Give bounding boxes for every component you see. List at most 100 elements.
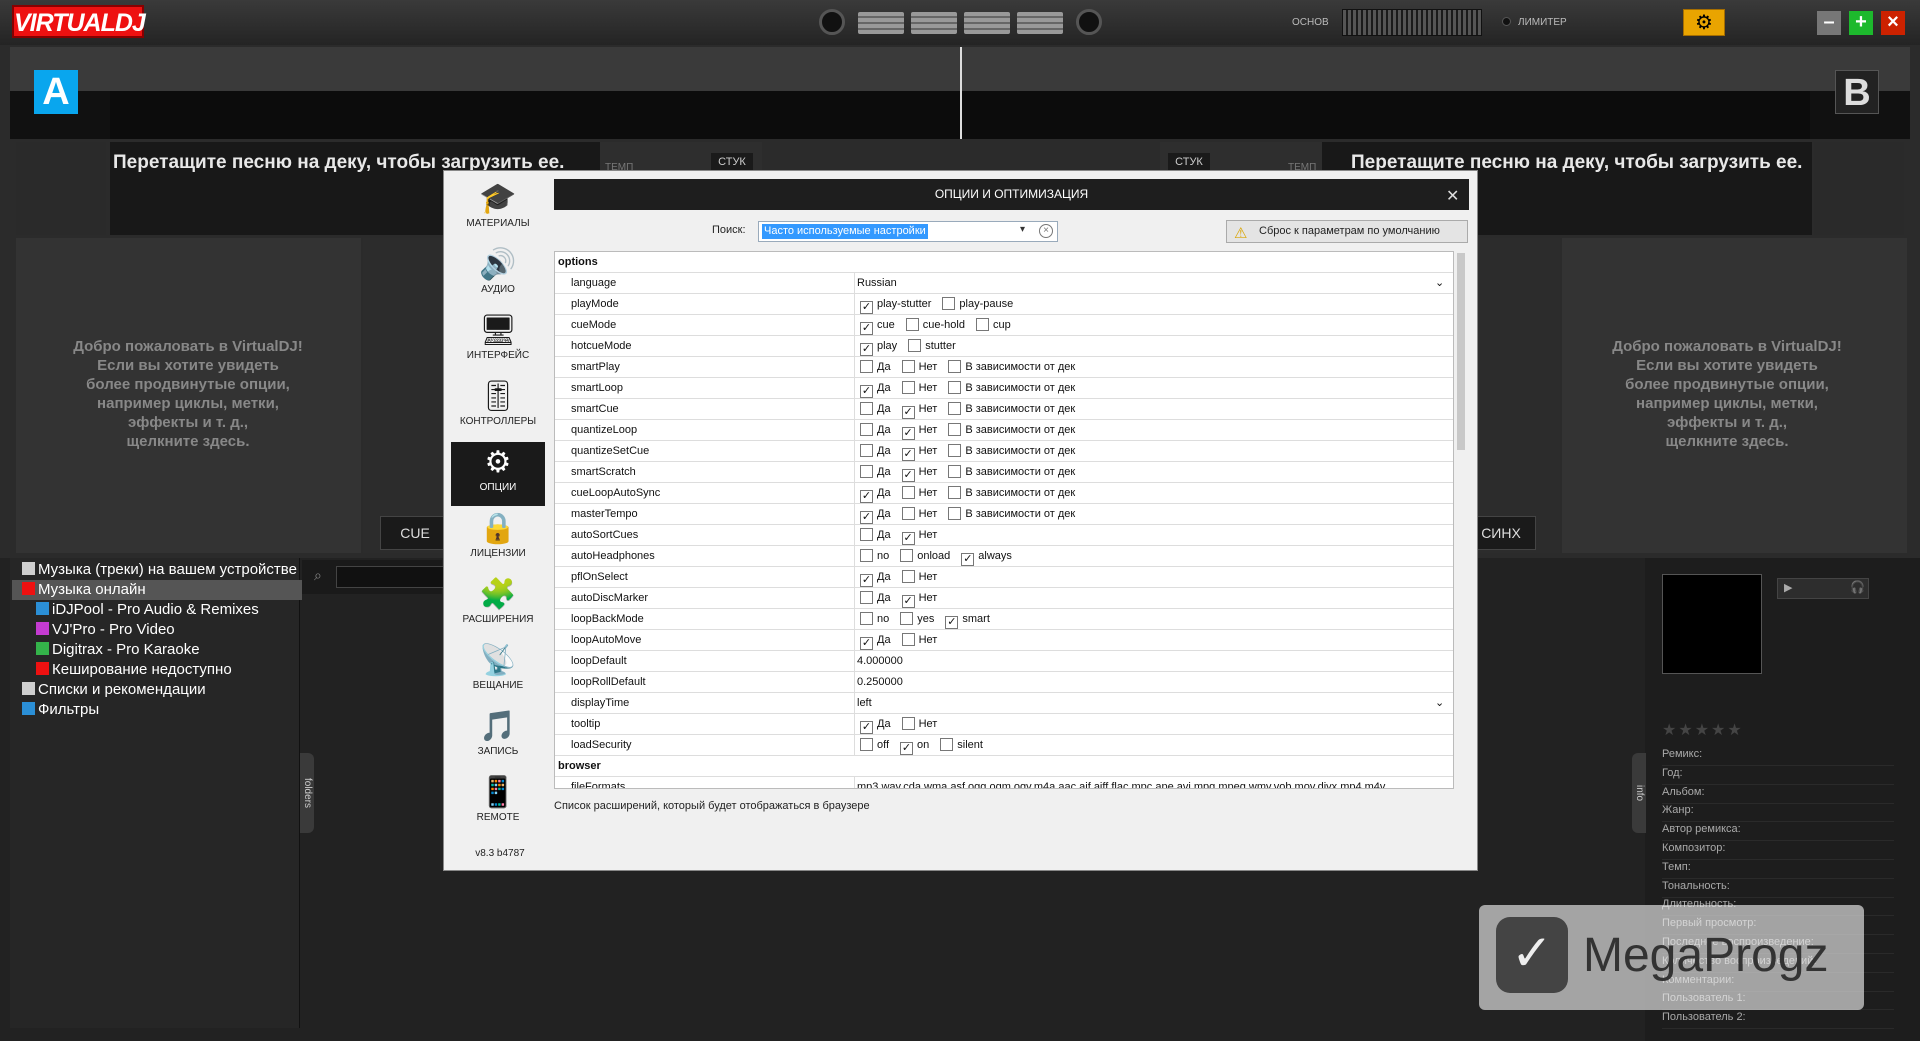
checkbox[interactable]: ✓ bbox=[860, 301, 873, 314]
option-value[interactable]: 4.000000 bbox=[857, 651, 903, 671]
clear-search-icon[interactable]: × bbox=[1039, 224, 1053, 238]
tree-item[interactable]: VJ'Pro - Pro Video bbox=[12, 620, 302, 640]
option-value[interactable]: ✓ cue cue-hold cup bbox=[857, 315, 1019, 335]
checkbox[interactable]: ✓ bbox=[860, 490, 873, 503]
checkbox[interactable] bbox=[948, 465, 962, 478]
checkbox[interactable]: ✓ bbox=[901, 406, 915, 419]
tree-item[interactable]: Музыка (треки) на вашем устройстве bbox=[12, 560, 302, 580]
checkbox[interactable]: ✓ bbox=[961, 553, 975, 566]
option-text-value[interactable]: Russian bbox=[857, 277, 897, 289]
checkbox[interactable]: ✓ bbox=[860, 385, 873, 398]
checkbox[interactable] bbox=[860, 465, 873, 478]
checkbox[interactable] bbox=[860, 360, 873, 373]
option-value[interactable]: Да ✓ Нет В зависимости от дек bbox=[857, 462, 1083, 482]
deck-b-welcome[interactable]: Добро пожаловать в VirtualDJ! Если вы хо… bbox=[1582, 337, 1872, 451]
checkbox[interactable] bbox=[860, 423, 873, 436]
option-row[interactable]: loopRollDefault 0.250000 bbox=[555, 672, 1453, 693]
checkbox[interactable] bbox=[948, 402, 962, 415]
option-value[interactable]: Да ✓ Нет В зависимости от дек bbox=[857, 420, 1083, 440]
checkbox[interactable] bbox=[940, 738, 954, 751]
sidebar-item-music-folder[interactable]: 🎵 ЗАПИСЬ bbox=[451, 706, 545, 770]
checkbox[interactable] bbox=[860, 444, 873, 457]
option-value[interactable]: 0.250000 bbox=[857, 672, 903, 692]
option-value[interactable]: ✓ Да Нет bbox=[857, 714, 945, 734]
checkbox[interactable]: ✓ bbox=[860, 574, 873, 587]
option-row[interactable]: displayTime left ⌄ bbox=[555, 693, 1453, 714]
play-icon[interactable]: ▶ bbox=[1784, 581, 1792, 594]
tree-item[interactable]: Музыка онлайн bbox=[12, 580, 302, 600]
reset-defaults-button[interactable]: ⚠ Сброс к параметрам по умолчанию bbox=[1226, 220, 1468, 243]
checkbox[interactable] bbox=[860, 549, 873, 562]
option-row[interactable]: masterTempo ✓ Да Нет В зависимости от дек bbox=[555, 504, 1453, 525]
settings-gear-button[interactable]: ⚙ bbox=[1683, 9, 1725, 36]
option-row[interactable]: autoHeadphones no onload ✓ always bbox=[555, 546, 1453, 567]
option-row[interactable]: language Russian ⌄ bbox=[555, 273, 1453, 294]
sidebar-item-speaker[interactable]: 🔊 АУДИО bbox=[451, 244, 545, 308]
deck-b-badge[interactable]: B bbox=[1835, 70, 1879, 114]
option-row[interactable]: hotcueMode ✓ play stutter bbox=[555, 336, 1453, 357]
checkbox[interactable] bbox=[900, 549, 914, 562]
option-row[interactable]: tooltip ✓ Да Нет bbox=[555, 714, 1453, 735]
checkbox[interactable]: ✓ bbox=[901, 469, 915, 482]
checkbox[interactable] bbox=[860, 528, 873, 541]
option-row[interactable]: autoSortCues Да ✓ Нет bbox=[555, 525, 1453, 546]
checkbox[interactable]: ✓ bbox=[901, 595, 915, 608]
option-text-value[interactable]: mp3,wav,cda,wma,asf,ogg,ogm,ogv,m4a,aac,… bbox=[857, 781, 1385, 788]
options-search-value[interactable]: Часто используемые настройки bbox=[762, 224, 928, 239]
scrollbar-thumb[interactable] bbox=[1457, 253, 1465, 450]
tree-item[interactable]: Списки и рекомендации bbox=[12, 680, 302, 700]
option-value[interactable]: ✓ Да Нет В зависимости от дек bbox=[857, 378, 1083, 398]
checkbox[interactable]: ✓ bbox=[860, 322, 873, 335]
checkbox[interactable]: ✓ bbox=[901, 448, 915, 461]
prelisten-player[interactable]: ▶ 🎧 bbox=[1777, 578, 1869, 599]
checkbox[interactable]: ✓ bbox=[860, 511, 873, 524]
sidebar-item-broadcast[interactable]: 📡 ВЕЩАНИЕ bbox=[451, 640, 545, 704]
checkbox[interactable] bbox=[860, 612, 873, 625]
option-row[interactable]: cueMode ✓ cue cue-hold cup bbox=[555, 315, 1453, 336]
checkbox[interactable] bbox=[948, 507, 962, 520]
checkbox[interactable] bbox=[948, 486, 962, 499]
checkbox[interactable]: ✓ bbox=[901, 427, 915, 440]
option-row[interactable]: smartPlay Да Нет В зависимости от дек bbox=[555, 357, 1453, 378]
checkbox[interactable] bbox=[901, 570, 915, 583]
checkbox[interactable] bbox=[901, 360, 915, 373]
option-value[interactable]: ✓ play-stutter play-pause bbox=[857, 294, 1021, 314]
option-value[interactable]: Да ✓ Нет В зависимости от дек bbox=[857, 441, 1083, 461]
chevron-down-icon[interactable]: ⌄ bbox=[1435, 693, 1444, 713]
checkbox[interactable]: ✓ bbox=[901, 532, 915, 545]
checkbox[interactable] bbox=[948, 423, 962, 436]
option-value[interactable]: ✓ play stutter bbox=[857, 336, 964, 356]
tree-item[interactable]: Кеширование недоступно bbox=[12, 660, 302, 680]
deck-a-tap-button[interactable]: СТУК bbox=[711, 153, 753, 171]
checkbox[interactable] bbox=[901, 381, 915, 394]
headphones-icon[interactable]: 🎧 bbox=[1850, 580, 1865, 594]
option-row[interactable]: smartCue Да ✓ Нет В зависимости от дек bbox=[555, 399, 1453, 420]
search-input[interactable] bbox=[336, 566, 446, 588]
option-row[interactable]: playMode ✓ play-stutter play-pause bbox=[555, 294, 1453, 315]
checkbox[interactable] bbox=[948, 360, 962, 373]
option-value[interactable]: Да ✓ Нет В зависимости от дек bbox=[857, 399, 1083, 419]
checkbox[interactable]: ✓ bbox=[860, 721, 873, 734]
checkbox[interactable] bbox=[900, 612, 914, 625]
search-bar[interactable]: ⌕ bbox=[302, 560, 446, 594]
layout-slot-2[interactable] bbox=[911, 12, 957, 34]
checkbox[interactable] bbox=[908, 339, 922, 352]
option-value[interactable]: Да Нет В зависимости от дек bbox=[857, 357, 1083, 377]
maximize-button[interactable]: + bbox=[1849, 11, 1873, 35]
tree-item[interactable]: Фильтры bbox=[12, 700, 302, 720]
layout-slot-3[interactable] bbox=[964, 12, 1010, 34]
checkbox[interactable]: ✓ bbox=[945, 616, 959, 629]
chevron-down-icon[interactable]: ⌄ bbox=[1435, 273, 1444, 293]
sidebar-item-mixer-sliders[interactable]: 🎚 КОНТРОЛЛЕРЫ bbox=[451, 376, 545, 440]
option-row[interactable]: smartLoop ✓ Да Нет В зависимости от дек bbox=[555, 378, 1453, 399]
rating-stars[interactable]: ★★★★★ bbox=[1662, 720, 1744, 740]
deck-b-tap-button[interactable]: СТУК bbox=[1168, 153, 1210, 171]
option-row[interactable]: quantizeSetCue Да ✓ Нет В зависимости от дек bbox=[555, 441, 1453, 462]
crossfader-knob-right[interactable] bbox=[1076, 9, 1102, 35]
checkbox[interactable]: ✓ bbox=[860, 343, 873, 356]
tree-item[interactable]: iDJPool - Pro Audio & Remixes bbox=[12, 600, 302, 620]
option-row[interactable]: quantizeLoop Да ✓ Нет В зависимости от дек bbox=[555, 420, 1453, 441]
option-value[interactable]: Да ✓ Нет bbox=[857, 588, 945, 608]
checkbox[interactable] bbox=[901, 507, 915, 520]
option-value[interactable]: ✓ Да Нет В зависимости от дек bbox=[857, 504, 1083, 524]
